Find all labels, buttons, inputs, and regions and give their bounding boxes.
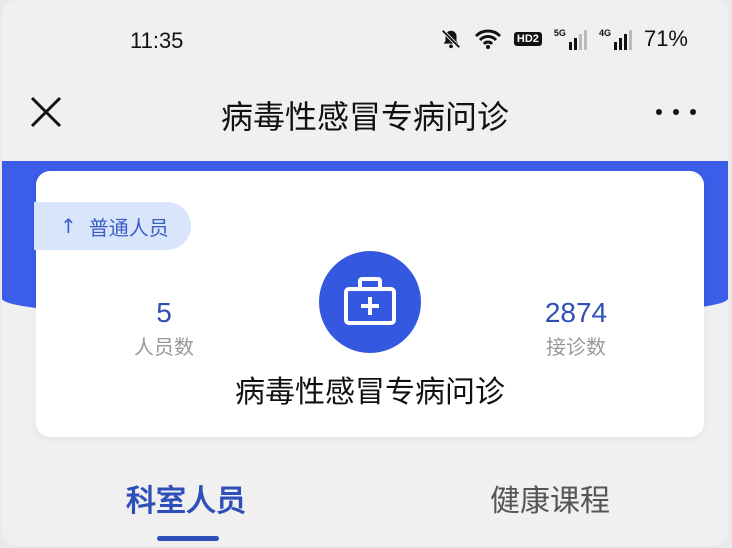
page-title: 病毒性感冒专病问诊 bbox=[220, 98, 509, 136]
battery-level: 71% bbox=[643, 26, 688, 51]
staff-count-label: 人员数 bbox=[134, 335, 194, 359]
tab-courses[interactable]: 健康课程 bbox=[490, 476, 610, 520]
role-badge-label: 普通人员 bbox=[88, 215, 169, 240]
tab-staff[interactable]: 科室人员 bbox=[126, 476, 246, 520]
department-name: 病毒性感冒专病问诊 bbox=[235, 375, 505, 410]
tab-bar: 科室人员 健康课程 bbox=[2, 464, 728, 546]
staff-count: 5 bbox=[156, 297, 172, 328]
visits-count-stat: 2874 接诊数 bbox=[496, 297, 656, 360]
dot-icon bbox=[656, 109, 662, 115]
visits-count: 2874 bbox=[544, 297, 608, 328]
role-badge[interactable]: ↑ 普通人员 bbox=[34, 202, 191, 250]
dot-icon bbox=[690, 109, 696, 115]
status-bar: 11:35 HD2 5G 4G 71% bbox=[2, 0, 728, 80]
status-time: 11:35 bbox=[130, 28, 184, 53]
active-tab-indicator bbox=[157, 536, 219, 541]
phone-screen: 11:35 HD2 5G 4G 71% 病毒性感冒专病问诊 ↑ 普通人员 5 人… bbox=[2, 0, 728, 546]
dot-icon bbox=[673, 109, 679, 115]
status-icons: HD2 5G 4G 71% bbox=[440, 26, 688, 52]
staff-count-stat: 5 人员数 bbox=[84, 297, 244, 360]
signal-5g-icon: 5G bbox=[554, 28, 587, 50]
more-options-button[interactable] bbox=[656, 100, 696, 124]
signal-4g-icon: 4G bbox=[599, 28, 632, 50]
arrow-up-icon: ↑ bbox=[60, 214, 77, 238]
title-bar: 病毒性感冒专病问诊 bbox=[2, 80, 728, 152]
bell-muted-icon bbox=[440, 28, 462, 50]
wifi-icon bbox=[474, 28, 502, 50]
hd-voice-icon: HD2 bbox=[513, 32, 542, 46]
department-card: ↑ 普通人员 5 人员数 2874 接诊数 病毒性感冒专病问诊 bbox=[34, 171, 704, 437]
visits-count-label: 接诊数 bbox=[546, 335, 606, 359]
medical-kit-icon bbox=[319, 251, 421, 353]
